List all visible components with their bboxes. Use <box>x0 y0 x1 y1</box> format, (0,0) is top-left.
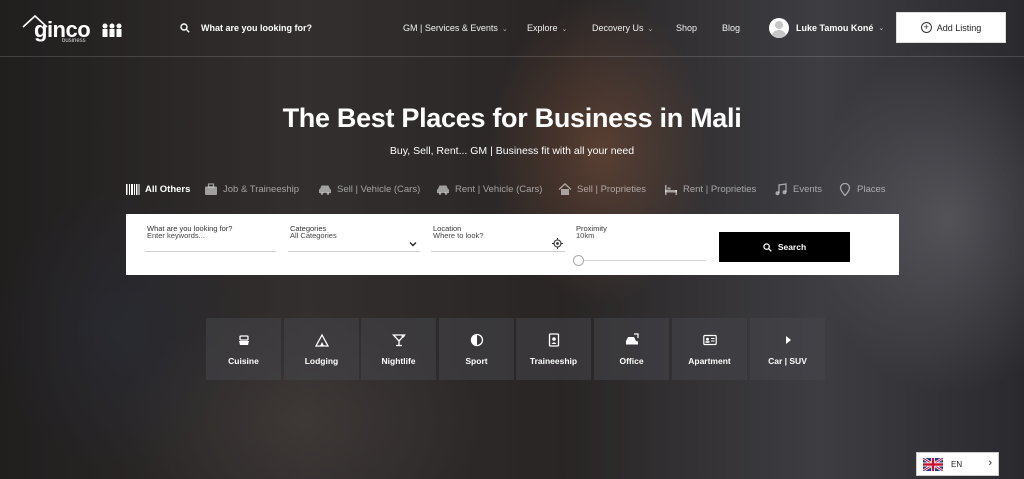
tab-sell-proprieties[interactable]: Sell | Proprieties <box>558 183 646 196</box>
car-icon <box>437 185 449 195</box>
hero-subtitle: Buy, Sell, Rent... GM | Business fit wit… <box>389 145 635 157</box>
tent-icon <box>314 333 329 347</box>
tab-job-traineeship[interactable]: Job & Traineeship <box>204 183 299 196</box>
tile-label: Car | SUV <box>768 355 807 366</box>
tab-label: Sell | Vehicle (Cars) <box>337 184 421 195</box>
search-panel: What are you looking for? Enter keywords… <box>126 214 899 275</box>
nav-services-events[interactable]: GM | Services & Events ⌄ <box>403 23 508 33</box>
tab-sell-vehicle[interactable]: Sell | Vehicle (Cars) <box>318 183 420 196</box>
tile-cuisine[interactable]: Cuisine <box>206 318 281 380</box>
tile-office[interactable]: Office <box>594 318 669 380</box>
chevron-right-icon: › <box>988 457 992 469</box>
id-badge-icon <box>548 332 559 347</box>
categories-underline <box>288 251 420 252</box>
tile-label: Apartment <box>688 355 731 366</box>
header-search-input[interactable]: What are you looking for? <box>201 23 312 33</box>
tab-places[interactable]: Places <box>838 183 886 196</box>
tile-label: Nightlife <box>381 355 416 366</box>
keywords-input[interactable]: Enter keywords... <box>147 231 205 240</box>
tab-label: Events <box>793 184 823 195</box>
nav-decovery-us[interactable]: Decovery Us ⌄ <box>592 23 653 33</box>
chevron-down-icon: ⌄ <box>561 26 568 33</box>
nav-label: Decovery Us <box>592 23 644 33</box>
plus-circle-icon: + <box>920 22 932 33</box>
tile-label: Lodging <box>304 355 339 366</box>
tab-rent-vehicle[interactable]: Rent | Vehicle (Cars) <box>436 183 542 196</box>
tile-label: Sport <box>465 355 488 366</box>
briefcase-icon <box>205 183 217 195</box>
id-card-icon <box>702 334 717 345</box>
chevron-down-icon: ⌄ <box>878 25 885 32</box>
nav-shop[interactable]: Shop <box>676 23 697 33</box>
cuisine-icon <box>238 334 249 345</box>
nav-blog[interactable]: Blog <box>722 23 740 33</box>
site-header: ginco business What are you looking for?… <box>0 0 1024 57</box>
crosshair-icon[interactable] <box>552 238 563 249</box>
categories-select[interactable]: All Categories <box>290 231 337 240</box>
chevron-down-icon: ⌄ <box>501 26 508 33</box>
avatar <box>769 18 789 38</box>
location-underline <box>431 251 565 252</box>
tab-all-others[interactable]: All Others <box>126 183 190 196</box>
tab-events[interactable]: Events <box>774 183 822 196</box>
user-menu[interactable]: Luke Tamou Koné ⌄ <box>769 18 884 38</box>
tab-label: Sell | Proprieties <box>577 184 646 195</box>
search-icon <box>763 242 772 252</box>
tab-label: All Others <box>145 184 191 195</box>
search-button[interactable]: Search <box>719 232 850 262</box>
nav-explore[interactable]: Explore ⌄ <box>527 23 567 33</box>
proximity-value: 10km <box>576 231 595 240</box>
search-icon[interactable] <box>180 23 190 33</box>
add-listing-button[interactable]: + Add Listing <box>896 12 1006 43</box>
chevron-down-icon[interactable] <box>409 241 417 247</box>
logo-subtext: business <box>62 38 86 44</box>
play-icon <box>785 335 791 344</box>
tile-lodging[interactable]: Lodging <box>284 318 359 380</box>
search-button-label: Search <box>777 242 807 252</box>
tile-nightlife[interactable]: Nightlife <box>361 318 436 380</box>
tile-label: Office <box>619 355 644 366</box>
tab-label: Places <box>857 184 886 195</box>
hero-title: The Best Places for Business in Mali <box>282 103 742 133</box>
house-icon <box>558 183 572 195</box>
car-icon <box>319 185 331 195</box>
barcode-icon <box>126 184 140 195</box>
car-tag-icon <box>625 332 639 344</box>
site-logo[interactable]: ginco business <box>22 14 126 46</box>
add-listing-label: Add Listing <box>936 22 982 33</box>
people-icon <box>102 23 122 37</box>
chevron-down-icon: ⌄ <box>647 26 654 33</box>
nav-label: GM | Services & Events <box>403 23 498 33</box>
nav-label: Explore <box>527 23 558 33</box>
tab-rent-proprieties[interactable]: Rent | Proprieties <box>664 183 756 196</box>
location-input[interactable]: Where to look? <box>433 231 483 240</box>
half-circle-icon <box>470 333 483 346</box>
tab-label: Rent | Proprieties <box>683 184 757 195</box>
proximity-slider-thumb[interactable] <box>573 255 584 266</box>
tile-label: Cuisine <box>228 355 259 366</box>
tile-traineeship[interactable]: Traineeship <box>516 318 591 380</box>
user-name: Luke Tamou Koné <box>796 23 874 33</box>
language-code: EN <box>951 459 963 469</box>
tab-label: Rent | Vehicle (Cars) <box>455 184 543 195</box>
tile-apartment[interactable]: Apartment <box>672 318 747 380</box>
tile-sport[interactable]: Sport <box>439 318 514 380</box>
keywords-underline <box>145 251 276 252</box>
uk-flag-icon <box>923 457 943 471</box>
bed-icon <box>665 185 677 195</box>
language-switcher[interactable]: EN › <box>916 452 999 476</box>
map-pin-icon <box>839 183 851 196</box>
tab-label: Job & Traineeship <box>223 184 300 195</box>
tile-label: Traineeship <box>529 355 578 366</box>
cocktail-icon <box>391 333 406 346</box>
proximity-slider-track[interactable] <box>578 260 706 261</box>
music-icon <box>775 183 787 196</box>
tile-car-suv[interactable]: Car | SUV <box>750 318 825 380</box>
